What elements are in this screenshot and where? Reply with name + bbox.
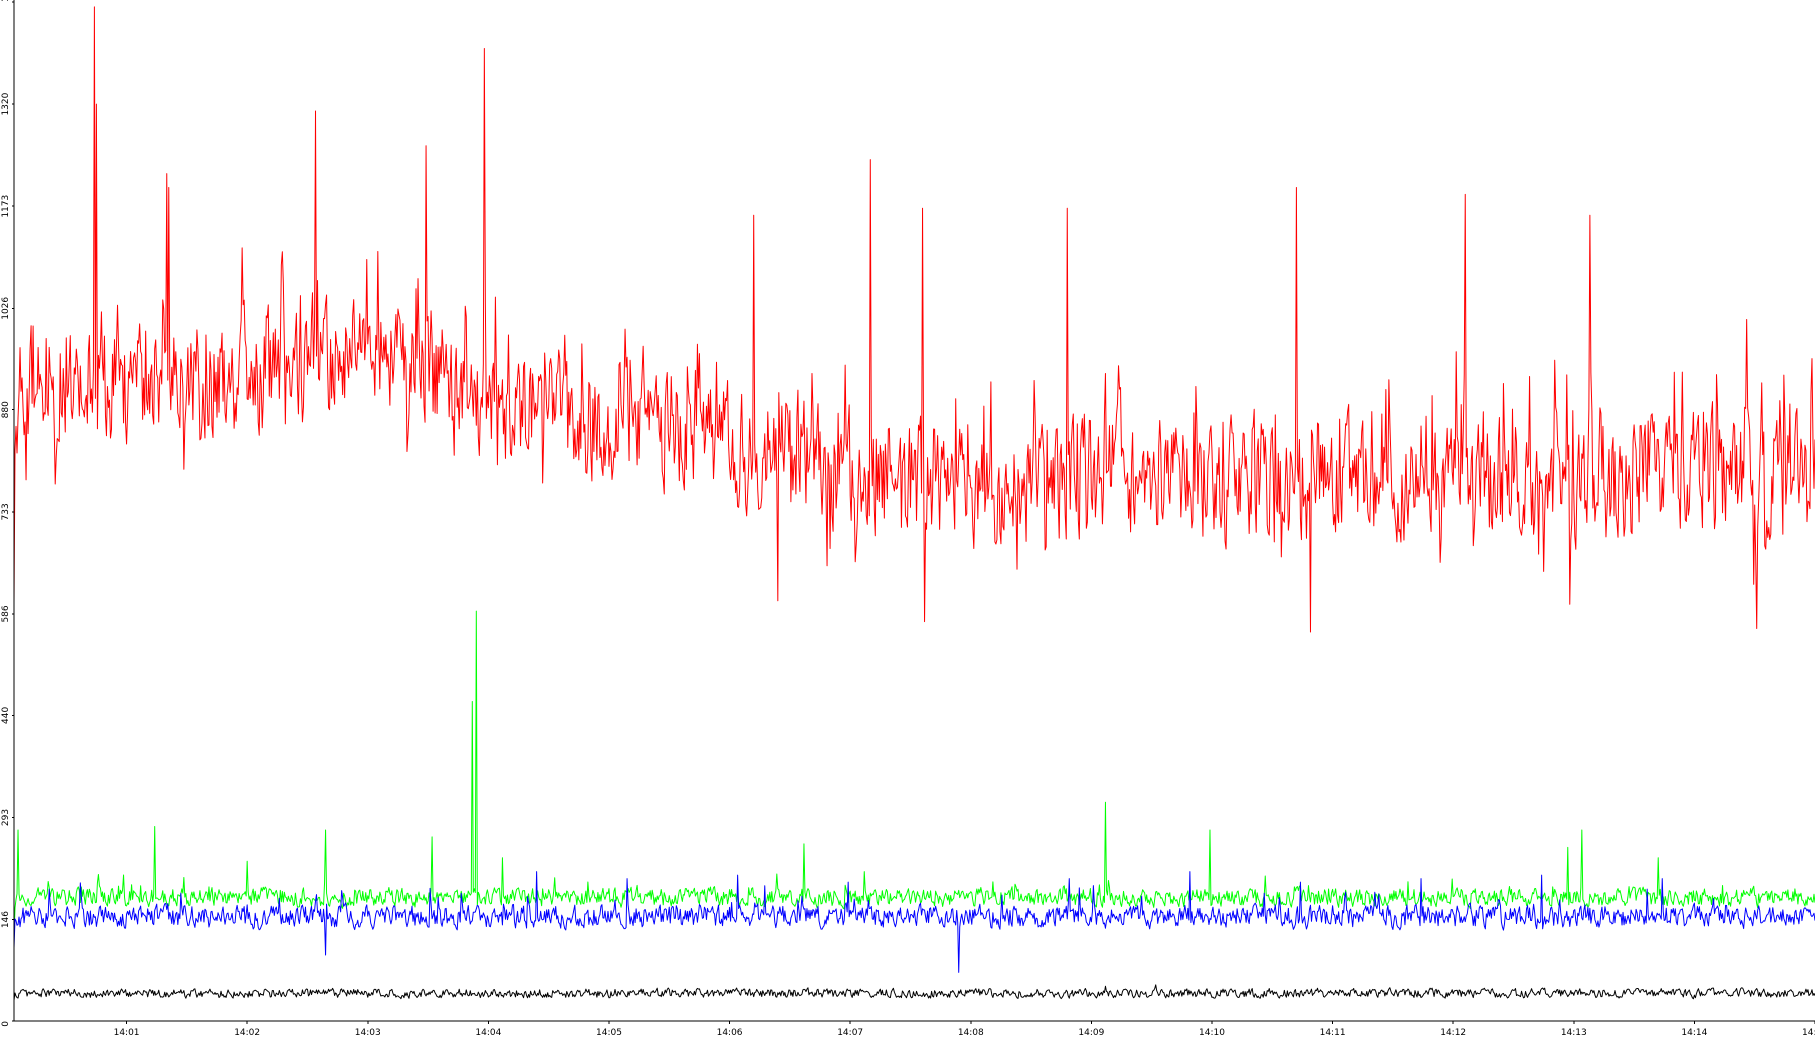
x-tick-label: 14:02 (234, 1028, 260, 1038)
x-tick-label: 14:06 (717, 1028, 743, 1038)
y-tick-label: 1026 (1, 297, 11, 320)
y-tick-label: 440 (1, 707, 11, 724)
y-tick-label: 1173 (1, 195, 11, 218)
y-tick-label: 293 (1, 809, 11, 826)
y-tick-label: 146 (1, 911, 11, 928)
x-tick-label: 14:08 (958, 1028, 984, 1038)
y-tick-label: 880 (1, 401, 11, 418)
y-tick-label: 1467 (1, 0, 11, 2)
x-tick-label: 14:05 (596, 1028, 622, 1038)
x-tick-label: 14:03 (355, 1028, 381, 1038)
y-tick-label: 733 (1, 503, 11, 520)
x-tick-label: 14:14 (1681, 1028, 1707, 1038)
y-tick-label: 0 (1, 1021, 11, 1027)
x-tick-label: 14:12 (1440, 1028, 1466, 1038)
x-tick-label: 14:11 (1320, 1028, 1346, 1038)
y-tick-label: 1320 (1, 92, 11, 115)
x-tick-label: 14:07 (837, 1028, 863, 1038)
y-tick-label: 586 (1, 605, 11, 622)
x-tick-label: 14:13 (1561, 1028, 1587, 1038)
x-tick-label: 14:04 (475, 1028, 501, 1038)
x-tick-label: 14:09 (1078, 1028, 1104, 1038)
x-tick-label: 14:10 (1199, 1028, 1225, 1038)
line-chart: 0 146 293 440 586 733 880 1026 1173 1320 1467 14:01… (0, 0, 1815, 1039)
x-tick-label: 14:15 (1802, 1028, 1815, 1038)
x-tick-label: 14:01 (114, 1028, 140, 1038)
